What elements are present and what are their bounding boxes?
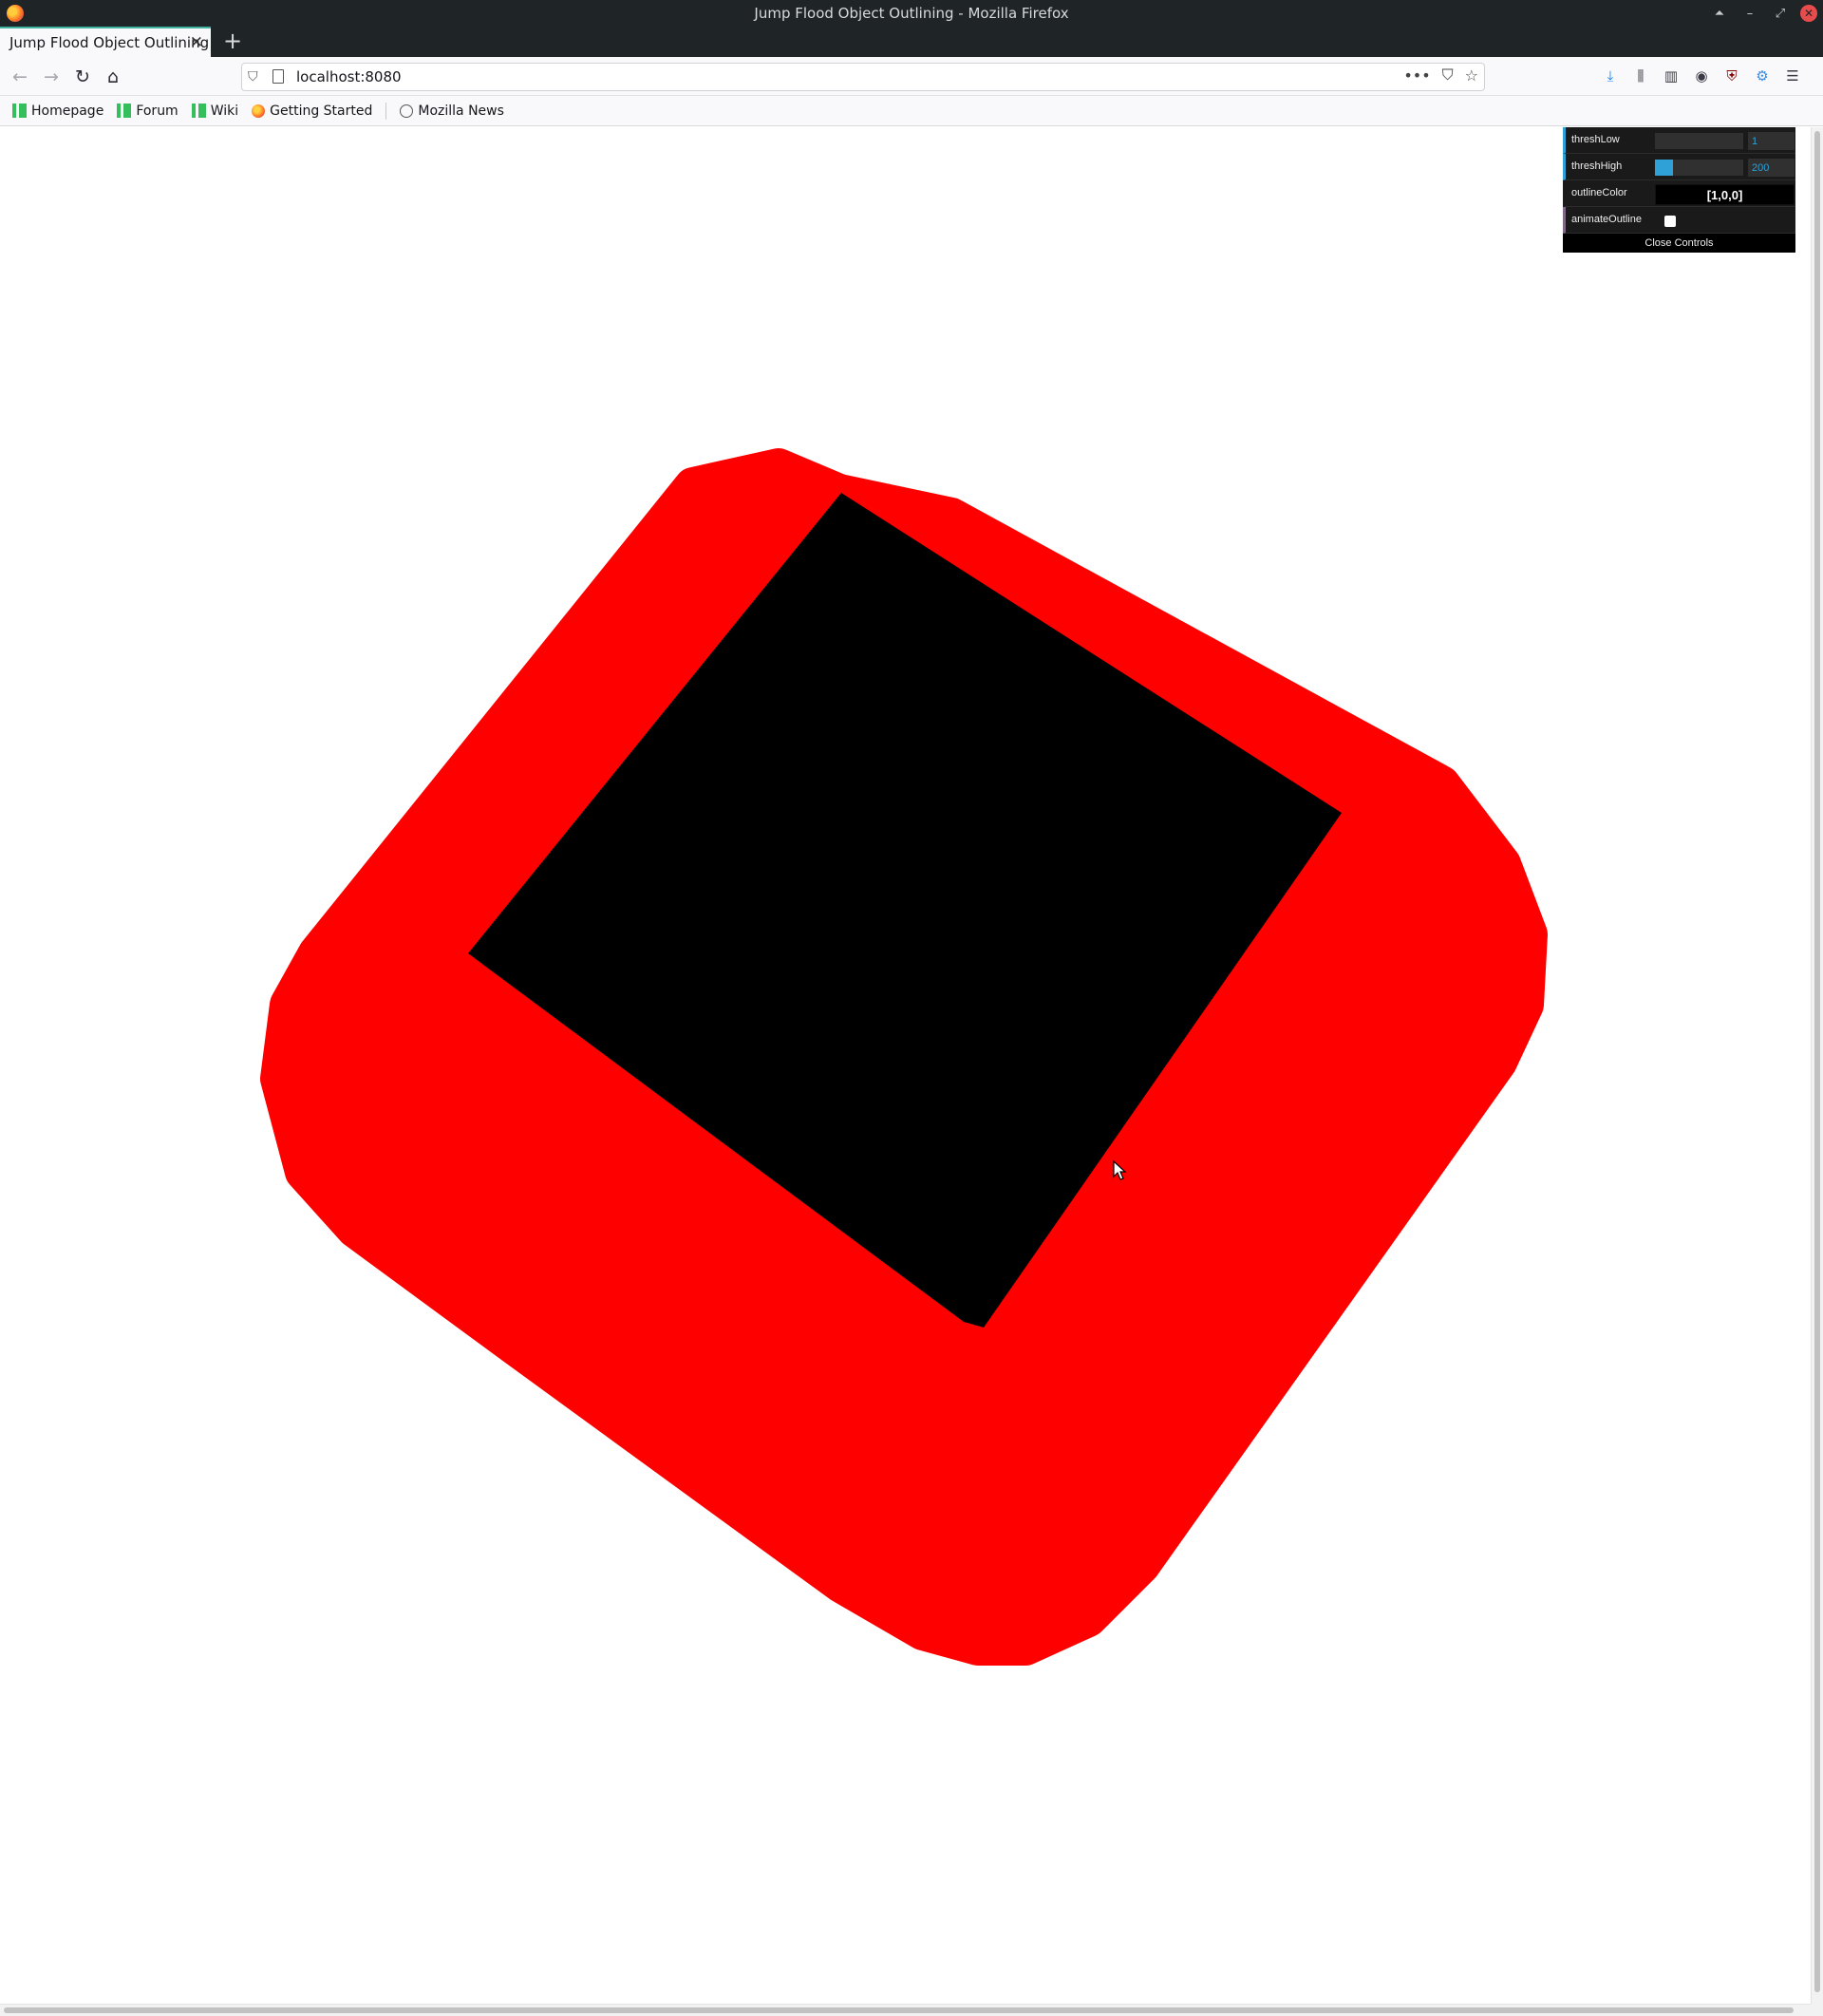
vertical-scroll-thumb[interactable] bbox=[1814, 131, 1820, 1992]
animate-outline-checkbox[interactable] bbox=[1664, 216, 1676, 227]
url-bar[interactable]: ⛉ localhost:8080 ••• ⛉ ☆ bbox=[241, 63, 1485, 91]
home-button[interactable]: ⌂ bbox=[101, 65, 125, 89]
navigation-toolbar: ← → ↻ ⌂ ⛉ localhost:8080 ••• ⛉ ☆ ⤓ ⫼ ▥ ◉… bbox=[0, 57, 1823, 96]
animate-outline-control: animateOutline bbox=[1563, 207, 1795, 234]
bookmark-mozilla-news[interactable]: Mozilla News bbox=[400, 104, 504, 119]
toolbar-icons: ⤓ ⫼ ▥ ◉ ⛨ ⚙ ☰ bbox=[1600, 65, 1803, 87]
pocket-icon[interactable]: ⛉ bbox=[1442, 66, 1454, 85]
window-title: Jump Flood Object Outlining - Mozilla Fi… bbox=[754, 5, 1069, 22]
outline-color-control: outlineColor [1,0,0] bbox=[1563, 180, 1795, 207]
vertical-scrollbar[interactable] bbox=[1811, 127, 1823, 2004]
window-controls: ⏶ – ⤢ ✕ bbox=[1709, 3, 1817, 24]
thresh-high-input[interactable] bbox=[1748, 159, 1795, 177]
thresh-low-slider[interactable] bbox=[1655, 133, 1743, 149]
sidebar-icon[interactable]: ▥ bbox=[1661, 65, 1682, 87]
bookmark-star-icon[interactable]: ☆ bbox=[1465, 66, 1478, 85]
new-tab-button[interactable]: + bbox=[220, 28, 245, 54]
maximize-button[interactable]: ⤢ bbox=[1770, 3, 1791, 24]
firefox-icon bbox=[252, 104, 266, 118]
downloads-icon[interactable]: ⤓ bbox=[1600, 65, 1621, 87]
thresh-high-control: threshHigh bbox=[1563, 154, 1795, 180]
bookmark-label: Getting Started bbox=[270, 103, 373, 119]
thresh-high-slider-fill bbox=[1655, 160, 1673, 176]
thresh-low-control: threshLow bbox=[1563, 127, 1795, 154]
bookmarks-toolbar: Homepage Forum Wiki Getting Started Mozi… bbox=[0, 96, 1823, 126]
library-icon[interactable]: ⫼ bbox=[1630, 65, 1651, 87]
extension-icon[interactable]: ⚙ bbox=[1752, 65, 1773, 87]
manjaro-icon bbox=[191, 104, 206, 118]
page-actions: ••• ⛉ ☆ bbox=[1403, 66, 1478, 85]
firefox-icon bbox=[7, 5, 24, 22]
bookmark-forum[interactable]: Forum bbox=[117, 103, 179, 119]
bookmark-homepage[interactable]: Homepage bbox=[12, 104, 103, 119]
bookmark-label: Mozilla News bbox=[418, 103, 504, 119]
tab-strip: Jump Flood Object Outlining ✕ + bbox=[0, 27, 1823, 57]
mouse-cursor-icon bbox=[1113, 1160, 1127, 1180]
forward-button[interactable]: → bbox=[39, 65, 64, 89]
page-content: threshLow threshHigh outlineColor [1,0,0… bbox=[0, 127, 1811, 2004]
bookmark-label: Forum bbox=[136, 103, 179, 119]
horizontal-scroll-thumb[interactable] bbox=[4, 2007, 1794, 2013]
browser-window: Jump Flood Object Outlining - Mozilla Fi… bbox=[0, 0, 1823, 2016]
back-button[interactable]: ← bbox=[8, 65, 32, 89]
thresh-low-input[interactable] bbox=[1748, 132, 1795, 150]
bookmark-label: Homepage bbox=[31, 103, 104, 119]
tab-title: Jump Flood Object Outlining bbox=[9, 34, 210, 51]
scrollbar-corner bbox=[1811, 2004, 1823, 2016]
url-text[interactable]: localhost:8080 bbox=[296, 68, 402, 85]
bookmark-wiki[interactable]: Wiki bbox=[191, 103, 239, 119]
bookmark-getting-started[interactable]: Getting Started bbox=[252, 104, 372, 119]
manjaro-icon bbox=[12, 104, 27, 118]
tab-close-icon[interactable]: ✕ bbox=[190, 33, 203, 52]
page-actions-icon[interactable]: ••• bbox=[1403, 66, 1430, 85]
thresh-low-label: threshLow bbox=[1571, 134, 1620, 145]
close-window-button[interactable]: ✕ bbox=[1800, 5, 1817, 22]
minimize-button[interactable]: – bbox=[1739, 3, 1760, 24]
outline-color-label: outlineColor bbox=[1571, 187, 1627, 198]
close-controls-button[interactable]: Close Controls bbox=[1563, 234, 1795, 253]
account-icon[interactable]: ◉ bbox=[1691, 65, 1712, 87]
page-info-icon[interactable] bbox=[273, 69, 284, 84]
reload-button[interactable]: ↻ bbox=[70, 65, 95, 89]
animate-outline-label: animateOutline bbox=[1571, 214, 1642, 225]
bookmark-label: Wiki bbox=[210, 103, 239, 119]
webgl-canvas[interactable] bbox=[0, 127, 1811, 2004]
manjaro-icon bbox=[117, 104, 132, 118]
tracking-protection-icon[interactable]: ⛉ bbox=[248, 69, 263, 85]
bookmark-separator bbox=[385, 102, 387, 120]
keep-above-button[interactable]: ⏶ bbox=[1709, 3, 1730, 24]
thresh-high-label: threshHigh bbox=[1571, 160, 1623, 172]
outline-color-input[interactable]: [1,0,0] bbox=[1655, 184, 1795, 205]
menu-icon[interactable]: ☰ bbox=[1782, 65, 1803, 87]
title-bar: Jump Flood Object Outlining - Mozilla Fi… bbox=[0, 0, 1823, 27]
ublock-icon[interactable]: ⛨ bbox=[1721, 65, 1742, 87]
controls-panel: threshLow threshHigh outlineColor [1,0,0… bbox=[1563, 127, 1795, 253]
tab-active[interactable]: Jump Flood Object Outlining ✕ bbox=[0, 27, 211, 57]
horizontal-scrollbar[interactable] bbox=[0, 2004, 1811, 2016]
thresh-high-slider[interactable] bbox=[1655, 160, 1743, 176]
globe-icon bbox=[400, 104, 414, 118]
